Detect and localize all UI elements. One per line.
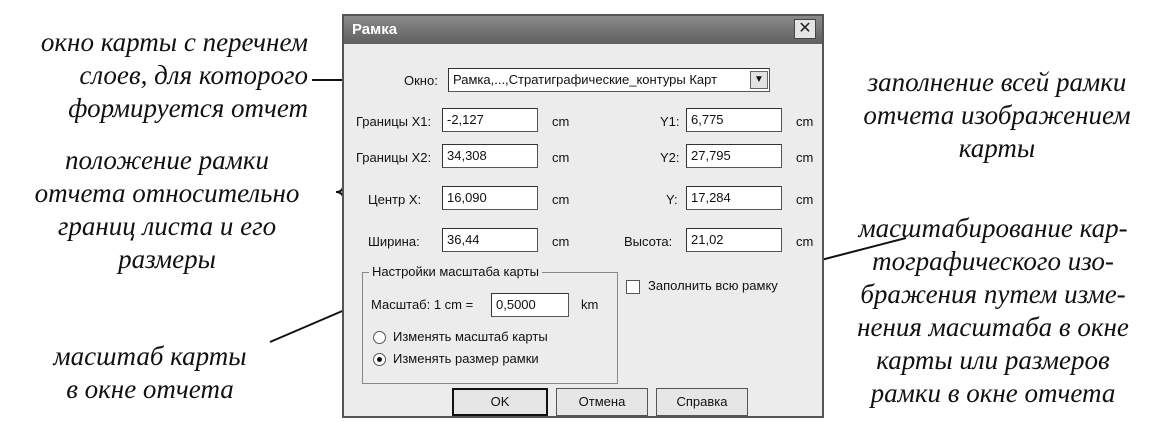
cancel-button[interactable]: Отмена xyxy=(556,388,648,416)
x1-field[interactable]: -2,127 xyxy=(442,108,538,132)
radio-change-scale-label[interactable]: Изменять масштаб карты xyxy=(393,329,548,344)
radio-change-scale[interactable] xyxy=(373,331,386,344)
radio-selected-dot xyxy=(377,357,382,362)
x2-field[interactable]: 34,308 xyxy=(442,144,538,168)
close-button[interactable]: ✕ xyxy=(794,19,816,39)
center-y-label: Y: xyxy=(666,192,678,207)
fill-frame-checkbox[interactable] xyxy=(626,280,640,294)
close-icon: ✕ xyxy=(798,20,812,37)
ok-button[interactable]: OK xyxy=(452,388,548,416)
center-y-field[interactable]: 17,284 xyxy=(686,186,782,210)
height-label: Высота: xyxy=(624,234,673,249)
scale-unit: km xyxy=(581,297,599,312)
y2-label: Y2: xyxy=(660,150,680,165)
annotation-scaling: масштабирование кар- тографического изо-… xyxy=(857,213,1129,408)
y1-unit: cm xyxy=(796,114,814,129)
height-field[interactable]: 21,02 xyxy=(686,228,782,252)
center-x-label: Центр X: xyxy=(368,192,422,207)
center-x-field[interactable]: 16,090 xyxy=(442,186,538,210)
x1-label: Границы X1: xyxy=(356,114,432,129)
scale-settings-title: Настройки масштаба карты xyxy=(369,264,542,279)
x2-label: Границы X2: xyxy=(356,150,432,165)
scale-settings-group: Настройки масштаба карты Масштаб: 1 cm =… xyxy=(362,264,618,384)
fill-frame-label[interactable]: Заполнить всю рамку xyxy=(648,278,778,293)
width-label: Ширина: xyxy=(368,234,420,249)
frame-dialog: Рамка ✕ Окно: Рамка,...,Стратиграфически… xyxy=(342,14,824,418)
y1-label: Y1: xyxy=(660,114,680,129)
x1-unit: cm xyxy=(552,114,570,129)
annotation-fill-frame: заполнение всей рамки отчета изображение… xyxy=(863,67,1131,163)
y2-field[interactable]: 27,795 xyxy=(686,144,782,168)
y1-field[interactable]: 6,775 xyxy=(686,108,782,132)
y2-unit: cm xyxy=(796,150,814,165)
radio-change-frame-label[interactable]: Изменять размер рамки xyxy=(393,351,539,366)
window-select-value: Рамка,...,Стратиграфические_контуры Карт xyxy=(453,72,718,87)
scale-label: Масштаб: 1 cm = xyxy=(371,297,474,312)
scale-field[interactable]: 0,5000 xyxy=(491,293,569,317)
width-unit: cm xyxy=(552,234,570,249)
height-unit: cm xyxy=(796,234,814,249)
radio-change-frame[interactable] xyxy=(373,353,386,366)
window-label: Окно: xyxy=(404,73,438,88)
title-bar[interactable]: Рамка ✕ xyxy=(344,16,822,44)
annotation-position: положение рамки отчета относительно гран… xyxy=(34,145,300,274)
x2-unit: cm xyxy=(552,150,570,165)
dialog-title: Рамка xyxy=(352,21,398,38)
help-button[interactable]: Справка xyxy=(656,388,748,416)
chevron-down-icon[interactable]: ▼ xyxy=(750,71,768,89)
window-select[interactable]: Рамка,...,Стратиграфические_контуры Карт xyxy=(448,68,770,92)
center-x-unit: cm xyxy=(552,192,570,207)
center-y-unit: cm xyxy=(796,192,814,207)
annotation-map-scale: масштаб карты в окне отчета xyxy=(53,341,247,404)
annotation-window: окно карты с перечнем слоев, для которог… xyxy=(40,27,308,123)
width-field[interactable]: 36,44 xyxy=(442,228,538,252)
